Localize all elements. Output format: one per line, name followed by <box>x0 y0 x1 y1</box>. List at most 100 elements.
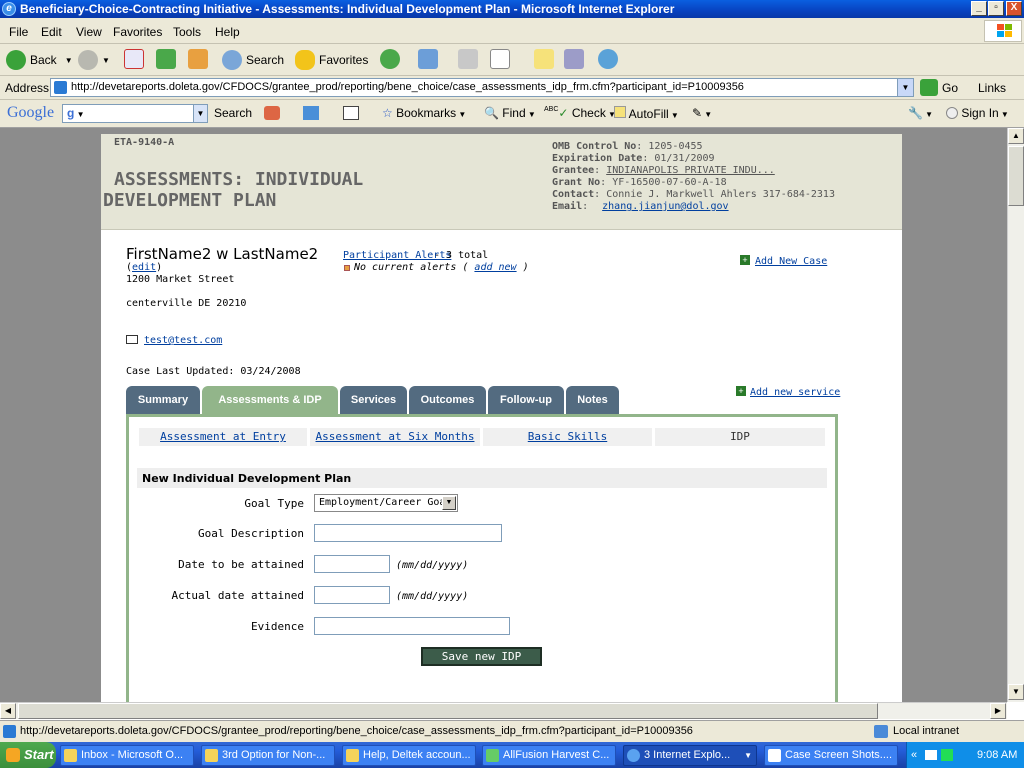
actual-date-hint: (mm/dd/yyyy) <box>396 591 469 602</box>
goal-type-select[interactable]: Employment/Career Goal ▼ <box>314 494 458 512</box>
autofill-icon <box>614 106 626 118</box>
links-button[interactable]: Links <box>978 81 1006 95</box>
subtab-idp[interactable]: IDP <box>655 428 825 446</box>
favorites-button[interactable]: Favorites <box>295 49 368 71</box>
window-title-bar[interactable]: e Beneficiary-Choice-Contracting Initiat… <box>0 0 1024 18</box>
grantee-name: INDIANAPOLIS PRIVATE INDU... <box>606 165 775 176</box>
add-alert-link[interactable]: add new <box>474 262 516 273</box>
google-toolbar: Google g ▼ ▼ Search ☆ Bookmarks ▼ 🔍 Find… <box>0 100 1024 128</box>
contact-email-link[interactable]: zhang.jianjun@dol.gov <box>602 201 728 212</box>
tab-assessments-idp[interactable]: Assessments & IDP <box>202 386 338 416</box>
stop-icon[interactable] <box>124 49 144 69</box>
bookmarks-button[interactable]: ☆ Bookmarks ▼ <box>382 106 466 120</box>
find-button[interactable]: 🔍 Find ▼ <box>484 106 536 120</box>
clock: 9:08 AM <box>977 749 1018 761</box>
print-icon[interactable] <box>458 49 478 69</box>
home-icon[interactable] <box>188 49 208 69</box>
address-dropdown-icon[interactable]: ▼ <box>897 79 913 96</box>
forward-button[interactable]: ▼ <box>78 49 110 71</box>
scroll-down-icon[interactable]: ▼ <box>1008 684 1024 700</box>
go-button[interactable]: Go <box>920 79 958 96</box>
popup-blocker-icon[interactable] <box>343 106 359 120</box>
add-case-plus-icon: + <box>740 255 750 265</box>
research-icon[interactable] <box>564 49 584 69</box>
horizontal-scrollbar[interactable]: ◀ ▶ <box>0 702 1007 719</box>
form-heading: New Individual Development Plan <box>142 472 352 485</box>
start-button[interactable]: Start <box>0 742 56 768</box>
edit-word-icon[interactable] <box>490 49 510 69</box>
menu-view[interactable]: View <box>76 25 102 39</box>
standard-toolbar: Back ▼ ▼ Search Favorites <box>0 44 1024 76</box>
envelope-icon <box>126 335 138 344</box>
task-3rd-option[interactable]: 3rd Option for Non-... <box>201 745 335 766</box>
edit-link[interactable]: edit <box>132 262 156 273</box>
tray-mail-icon[interactable] <box>925 750 937 760</box>
participant-email-link[interactable]: test@test.com <box>144 335 222 346</box>
vertical-scroll-thumb[interactable] <box>1008 146 1024 206</box>
task-outlook-inbox[interactable]: Inbox - Microsoft O... <box>60 745 194 766</box>
tab-outcomes[interactable]: Outcomes <box>409 386 486 414</box>
tray-network-icon[interactable] <box>941 749 953 761</box>
scroll-right-icon[interactable]: ▶ <box>990 703 1006 719</box>
actual-date-input[interactable] <box>314 586 390 604</box>
tab-follow-up[interactable]: Follow-up <box>488 386 564 414</box>
sign-in-button[interactable]: Sign In ▼ <box>946 106 1009 120</box>
actual-date-label: Actual date attained <box>171 589 304 602</box>
date-to-attain-input[interactable] <box>314 555 390 573</box>
subtab-basic-skills[interactable]: Basic Skills <box>483 428 652 446</box>
settings-wrench-icon[interactable]: 🔧 ▼ <box>908 106 933 120</box>
save-idp-button[interactable]: Save new IDP <box>421 647 542 666</box>
scroll-up-icon[interactable]: ▲ <box>1008 128 1024 144</box>
back-button[interactable]: Back ▼ <box>6 49 73 71</box>
tab-notes[interactable]: Notes <box>566 386 619 414</box>
no-alerts-text: No current alerts ( add new ) <box>354 262 529 273</box>
autofill-button[interactable]: AutoFill ▼ <box>614 106 679 121</box>
refresh-icon[interactable] <box>156 49 176 69</box>
subtab-assessment-entry[interactable]: Assessment at Entry <box>139 428 307 446</box>
form-code: ETA-9140-A <box>114 137 175 148</box>
menu-edit[interactable]: Edit <box>41 25 62 39</box>
goal-type-label: Goal Type <box>244 497 304 510</box>
vertical-scrollbar[interactable]: ▲ ▼ <box>1007 128 1024 702</box>
add-new-service-link[interactable]: Add new service <box>750 387 840 398</box>
address-label: Address <box>5 81 50 95</box>
menu-help[interactable]: Help <box>215 25 240 39</box>
tab-services[interactable]: Services <box>340 386 407 414</box>
horizontal-scroll-thumb[interactable] <box>18 703 878 719</box>
tab-summary[interactable]: Summary <box>126 386 200 414</box>
discuss-icon[interactable] <box>534 49 554 69</box>
add-service-plus-icon: + <box>736 386 746 396</box>
search-button[interactable]: Search <box>222 49 284 71</box>
scroll-left-icon[interactable]: ◀ <box>0 703 16 719</box>
history-icon[interactable] <box>380 49 400 69</box>
security-zone: Local intranet <box>893 725 960 737</box>
internet-explorer-icon: e <box>2 2 16 16</box>
google-dropdown-icon[interactable]: ▼ <box>193 105 207 122</box>
address-input[interactable]: http://devetareports.doleta.gov/CFDOCS/g… <box>50 78 914 97</box>
task-case-screen-shots[interactable]: Case Screen Shots.... <box>764 745 898 766</box>
add-new-case-link[interactable]: Add New Case <box>755 256 827 267</box>
minimize-button[interactable]: _ <box>971 1 987 16</box>
pagerank-icon[interactable] <box>264 106 280 120</box>
menu-tools[interactable]: Tools <box>173 25 201 39</box>
spellcheck-button[interactable]: ABC✓ Check ▼ <box>544 106 616 120</box>
task-allfusion-harvest[interactable]: AllFusion Harvest C... <box>482 745 616 766</box>
google-search-button[interactable]: Search <box>214 106 252 120</box>
messenger-icon[interactable] <box>598 49 618 69</box>
plus-icon[interactable] <box>303 106 319 120</box>
subtab-assessment-six-months[interactable]: Assessment at Six Months <box>310 428 480 446</box>
date-to-attain-hint: (mm/dd/yyyy) <box>396 560 469 571</box>
highlight-icon[interactable]: ✎ ▼ <box>692 106 712 120</box>
task-internet-explorer-group[interactable]: 3 Internet Explo... ▼ <box>623 745 757 766</box>
goal-description-input[interactable] <box>314 524 502 542</box>
tray-collapse-icon[interactable]: « <box>911 742 917 768</box>
menu-file[interactable]: File <box>9 25 28 39</box>
menu-favorites[interactable]: Favorites <box>113 25 162 39</box>
maximize-button[interactable]: ▫ <box>988 1 1004 16</box>
task-deltek-help[interactable]: Help, Deltek accoun... <box>342 745 476 766</box>
mail-icon[interactable] <box>418 49 438 69</box>
evidence-input[interactable] <box>314 617 510 635</box>
status-page-icon <box>3 725 16 738</box>
close-button[interactable]: X <box>1006 1 1022 16</box>
google-search-input[interactable]: g ▼ ▼ <box>62 104 208 123</box>
